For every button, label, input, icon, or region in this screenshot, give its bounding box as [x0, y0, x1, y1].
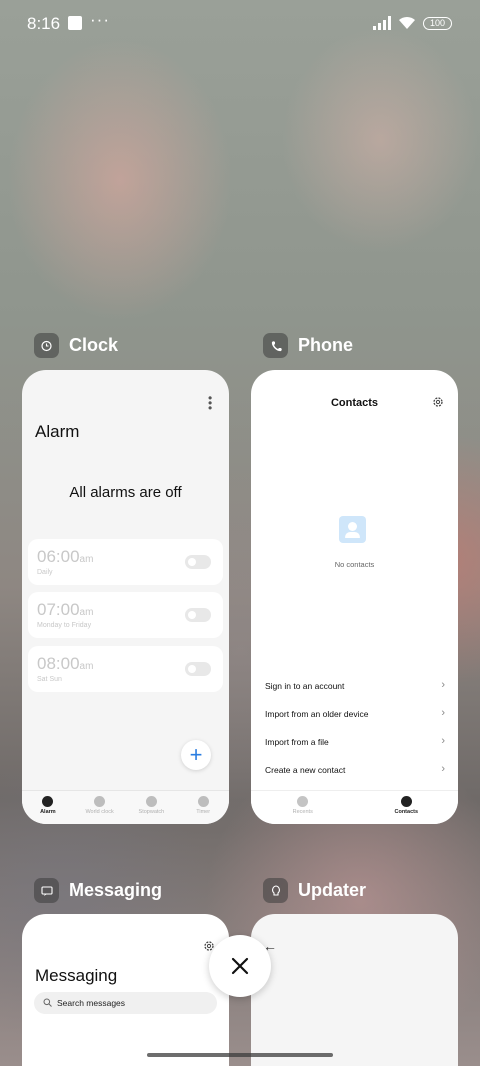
alarm-icon	[42, 796, 54, 807]
option-import-file[interactable]: Import from a file ›	[265, 735, 445, 747]
status-time: 8:16	[27, 14, 61, 33]
option-label: Create a new contact	[265, 765, 346, 775]
updater-icon	[263, 878, 288, 903]
alarm-toggle[interactable]	[185, 608, 211, 622]
alarm-item[interactable]: 06:00am Daily	[28, 539, 223, 585]
tab-world-clock[interactable]: World clock	[74, 791, 125, 824]
more-notifications-icon: ···	[90, 10, 110, 29]
alarm-status: All alarms are off	[69, 484, 182, 501]
page-title: Contacts	[330, 397, 379, 409]
clock-tab-bar: Alarm World clock Stopwatch Timer	[22, 790, 229, 824]
signal-icon	[373, 16, 391, 30]
more-options-icon[interactable]: • • •	[208, 392, 212, 414]
alarm-item[interactable]: 07:00am Monday to Friday	[28, 592, 223, 638]
alarm-ampm: am	[79, 554, 94, 565]
tab-recents[interactable]: Recents	[258, 791, 348, 824]
recent-app-header-phone[interactable]: Phone	[263, 333, 353, 358]
app-name: Phone	[298, 335, 354, 355]
alarm-item[interactable]: 08:00am Sat Sun	[28, 646, 223, 692]
page-title: Messaging	[35, 966, 118, 985]
tab-contacts[interactable]: Contacts	[361, 791, 451, 824]
alarm-clock-icon	[34, 333, 59, 358]
search-input[interactable]: Search messages	[34, 992, 217, 1014]
option-label: Import from an older device	[265, 709, 369, 719]
wifi-icon	[399, 16, 415, 29]
contacts-icon	[400, 796, 412, 807]
tab-timer[interactable]: Timer	[178, 791, 229, 824]
tab-label: World clock	[85, 809, 114, 815]
alarm-ampm: am	[79, 661, 94, 672]
battery-icon: 100	[423, 17, 452, 30]
chevron-right-icon: ›	[441, 763, 445, 775]
option-create-contact[interactable]: Create a new contact ›	[265, 763, 445, 775]
close-icon	[231, 957, 249, 975]
alarm-time: 08:00	[37, 654, 80, 673]
alarm-repeat: Daily	[37, 569, 53, 576]
chevron-right-icon: ›	[441, 679, 445, 691]
alarm-ampm: am	[79, 607, 94, 618]
recent-app-header-messaging[interactable]: Messaging	[34, 878, 162, 903]
clear-all-button[interactable]	[209, 935, 271, 997]
phone-icon	[263, 333, 288, 358]
option-label: Sign in to an account	[265, 681, 345, 691]
gesture-handle[interactable]	[147, 1053, 333, 1057]
tab-label: Recents	[292, 809, 313, 815]
world-clock-icon	[94, 796, 106, 807]
recents-phone-icon	[297, 796, 309, 807]
gear-icon[interactable]	[432, 396, 444, 408]
stopwatch-icon	[145, 796, 157, 807]
app-name: Updater	[298, 880, 367, 900]
empty-state-text: No contacts	[334, 560, 375, 569]
phone-tab-bar: Recents Contacts	[251, 790, 458, 824]
chevron-right-icon: ›	[441, 735, 445, 747]
tab-label: Stopwatch	[138, 809, 165, 815]
alarm-time: 07:00	[37, 600, 80, 619]
notification-icon	[68, 16, 82, 30]
option-label: Import from a file	[265, 737, 329, 747]
search-placeholder: Search messages	[57, 998, 126, 1008]
search-icon	[43, 998, 52, 1007]
option-import-older-device[interactable]: Import from an older device ›	[265, 707, 445, 719]
recent-card-clock[interactable]: • • • Alarm All alarms are off 06:00am Dai…	[22, 370, 229, 824]
tab-stopwatch[interactable]: Stopwatch	[126, 791, 177, 824]
tab-label: Timer	[196, 809, 211, 815]
message-icon	[34, 878, 59, 903]
app-name: Messaging	[69, 880, 163, 900]
recent-card-updater[interactable]: ←	[251, 914, 458, 1066]
recent-app-header-clock[interactable]: Clock	[34, 333, 118, 358]
tab-label: Contacts	[394, 809, 419, 815]
empty-contacts-icon	[339, 516, 366, 543]
alarm-repeat: Sat Sun	[37, 676, 62, 683]
add-alarm-button[interactable]: +	[181, 740, 211, 770]
alarm-toggle[interactable]	[185, 662, 211, 676]
tab-alarm[interactable]: Alarm	[22, 791, 73, 824]
chevron-right-icon: ›	[441, 707, 445, 719]
alarm-time: 06:00	[37, 547, 80, 566]
timer-icon	[197, 796, 209, 807]
alarm-repeat: Monday to Friday	[37, 622, 92, 629]
recent-card-messaging[interactable]: Messaging Search messages	[22, 914, 229, 1066]
recent-card-phone[interactable]: Contacts No contacts Sign in to an accou…	[251, 370, 458, 824]
alarm-toggle[interactable]	[185, 555, 211, 569]
status-bar: 8:16 ··· 100	[0, 0, 480, 46]
app-name: Clock	[69, 335, 119, 355]
tab-label: Alarm	[40, 809, 56, 815]
option-sign-in[interactable]: Sign in to an account ›	[265, 679, 445, 691]
recent-app-header-updater[interactable]: Updater	[263, 878, 366, 903]
page-title: Alarm	[35, 422, 80, 441]
